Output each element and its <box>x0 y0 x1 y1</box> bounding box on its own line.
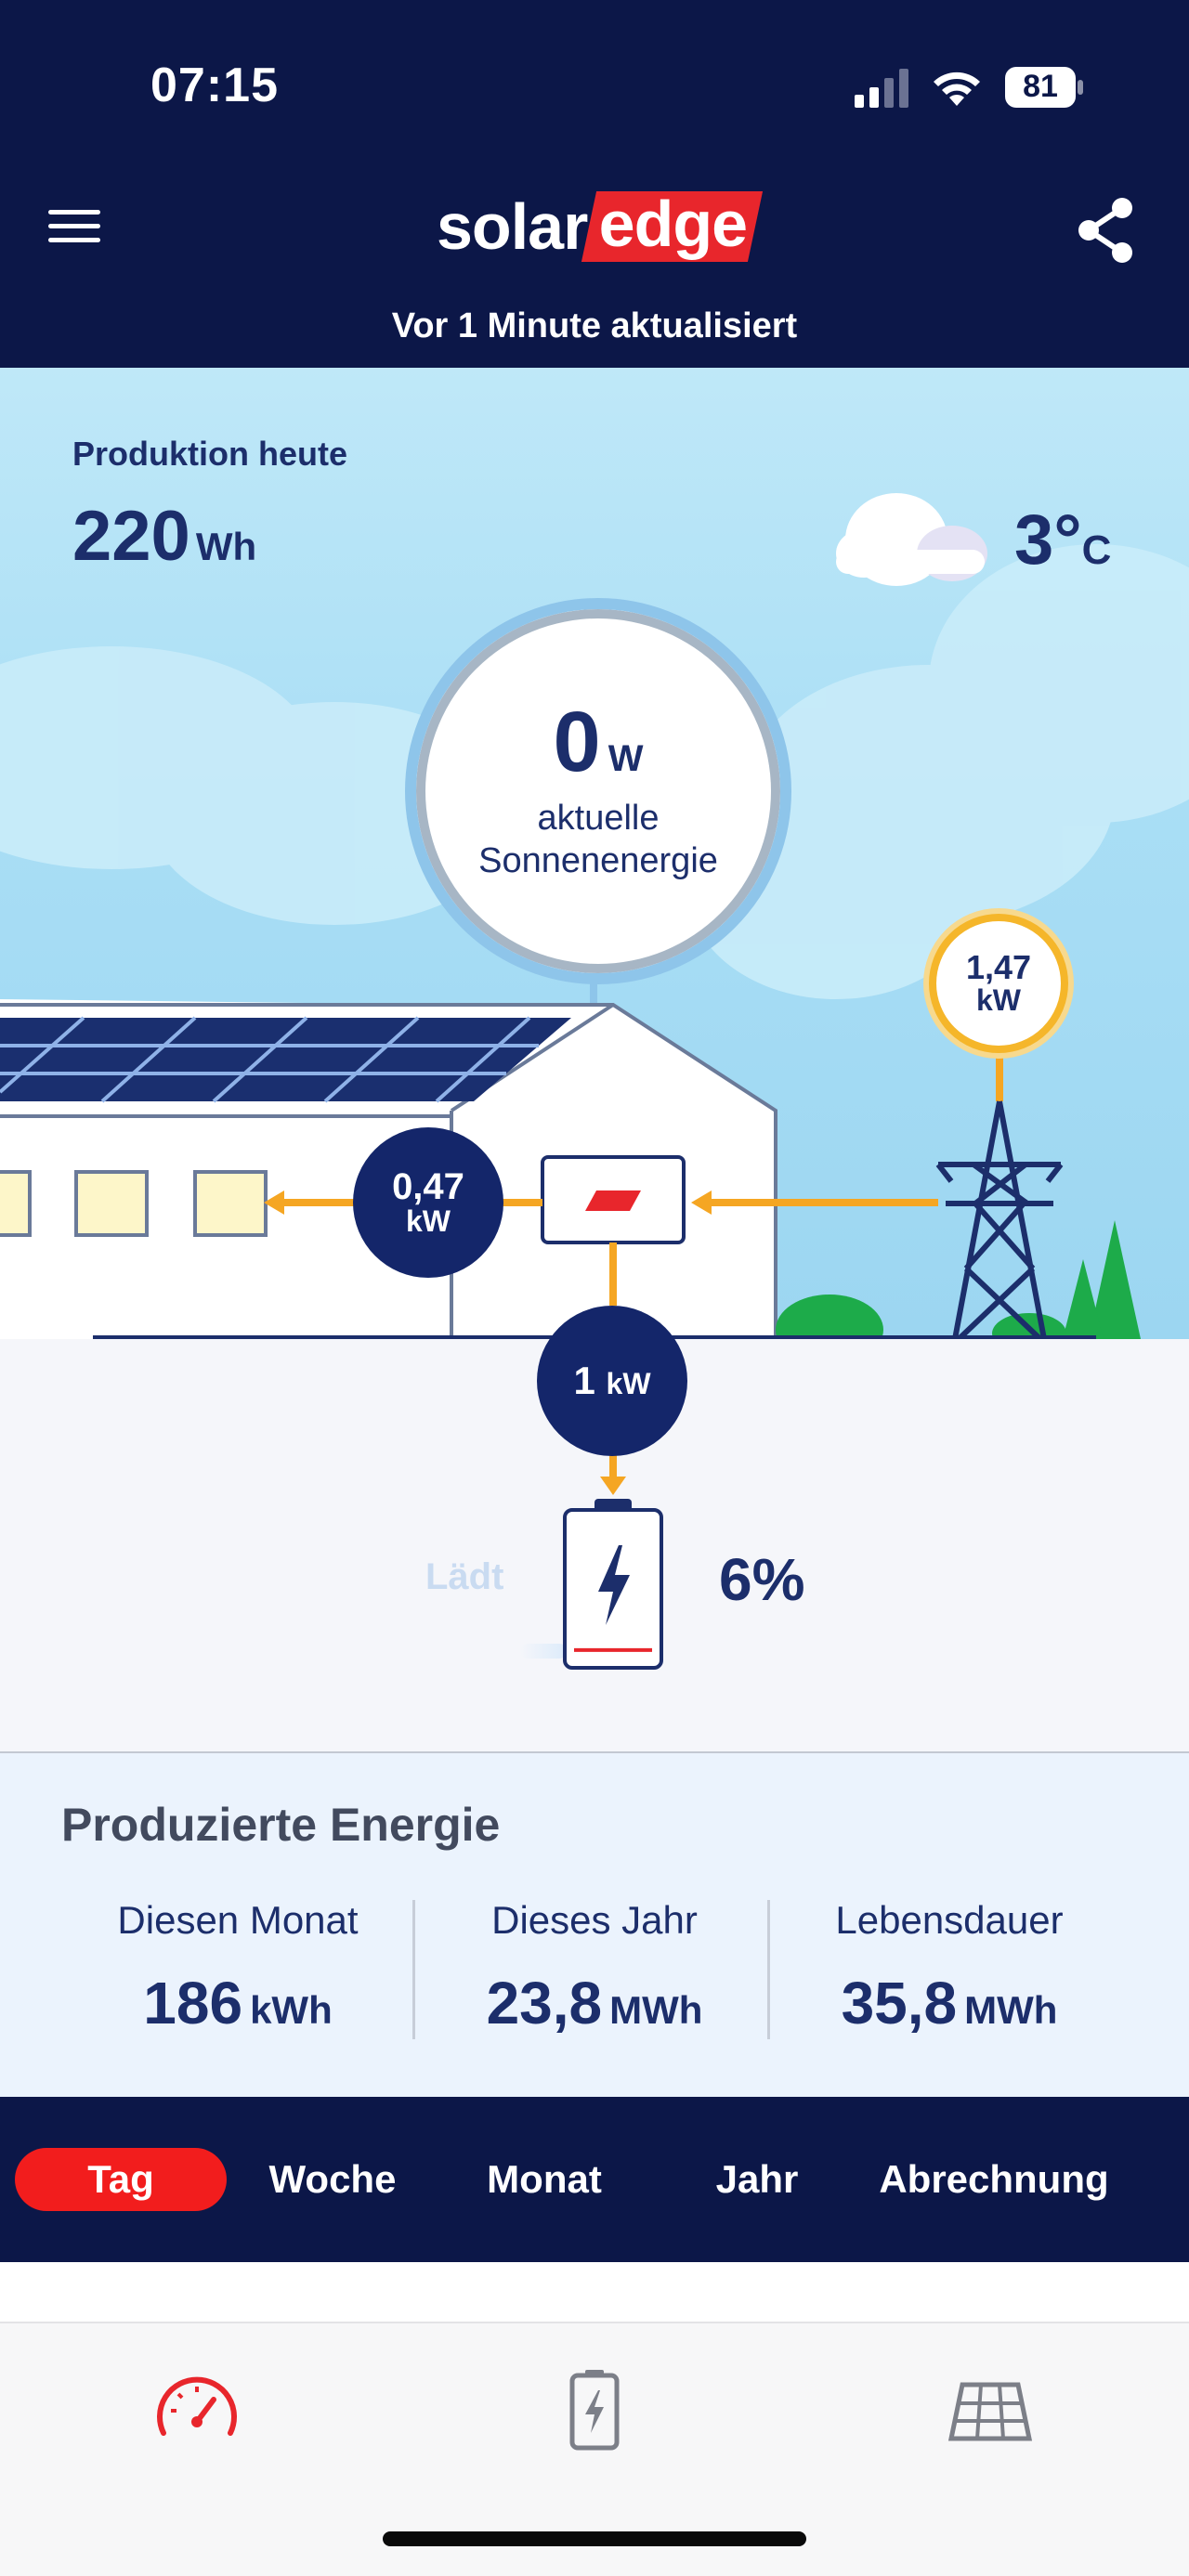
nav-layout[interactable] <box>944 2362 1037 2455</box>
battery-flow-value: 1 <box>573 1359 595 1402</box>
stat-value: 23,8 <box>486 1970 603 2036</box>
solar-power-label: aktuelle Sonnenenergie <box>478 798 718 882</box>
stat-unit: MWh <box>964 1988 1058 2032</box>
grid-power-value: 1,47 <box>965 948 1032 987</box>
cellular-signal-icon <box>855 69 908 108</box>
solar-power-value-row: 0W <box>554 699 644 785</box>
tab-week[interactable]: Woche <box>251 2148 414 2211</box>
stat-this-year: Dieses Jahr 23,8 MWh <box>427 1898 762 2037</box>
stat-label: Lebensdauer <box>835 1898 1064 1942</box>
stat-value-row: 186 kWh <box>71 1969 405 2037</box>
home-consumption-value: 0,47 <box>392 1166 464 1208</box>
solar-label-line2: Sonnenenergie <box>478 841 718 880</box>
nav-dashboard[interactable] <box>150 2362 243 2455</box>
cloud-icon <box>836 493 987 586</box>
battery-nav-icon <box>569 2370 620 2451</box>
home-indicator[interactable] <box>383 2531 806 2546</box>
stat-unit: MWh <box>609 1988 703 2032</box>
dashboard-gauge-icon <box>157 2376 237 2436</box>
current-solar-power[interactable]: 0W aktuelle Sonnenenergie <box>405 598 791 984</box>
logo-text-solar: solar <box>437 190 588 263</box>
solar-panel-layout-icon <box>947 2382 1033 2441</box>
battery-status-text: Lädt <box>425 1556 504 1597</box>
tab-month[interactable]: Monat <box>464 2148 624 2211</box>
stat-value: 35,8 <box>841 1970 958 2036</box>
production-today-label: Produktion heute <box>72 435 347 473</box>
power-pylon-icon <box>935 1100 1064 1339</box>
production-today-unit: Wh <box>195 525 257 568</box>
produced-energy-card: Produzierte Energie Diesen Monat 186 kWh … <box>0 1751 1189 2097</box>
battery-percent: 6% <box>719 1546 805 1613</box>
production-today-number: 220 <box>72 497 190 576</box>
wifi-icon <box>934 72 980 106</box>
logo-badge: edge <box>581 188 764 262</box>
share-button[interactable] <box>1068 193 1143 267</box>
app-header: 07:15 81 solar edge Vor 1 Minute aktuali… <box>0 0 1189 368</box>
share-icon <box>1078 198 1132 263</box>
battery-flow-unit: kW <box>606 1367 651 1400</box>
stat-unit: kWh <box>250 1988 333 2032</box>
stat-value-row: 23,8 MWh <box>427 1969 762 2037</box>
stat-this-month: Diesen Monat 186 kWh <box>71 1898 405 2037</box>
home-consumption-bubble[interactable]: 0,47 kW <box>353 1127 503 1278</box>
status-time: 07:15 <box>150 59 279 112</box>
status-battery-level: 81 <box>1023 69 1058 104</box>
battery-icon[interactable] <box>561 1499 665 1676</box>
logo-text-edge: edge <box>598 188 748 260</box>
home-consumption-unit: kW <box>406 1204 451 1239</box>
nav-battery[interactable] <box>548 2362 641 2455</box>
stat-lifetime: Lebensdauer 35,8 MWh <box>782 1898 1117 2037</box>
battery-flow-arrow <box>600 1454 626 1495</box>
energy-flow-scene: Produktion heute 220 Wh 3°C 0W aktuelle S… <box>0 368 1189 1339</box>
tab-day[interactable]: Tag <box>15 2148 227 2211</box>
status-battery-icon: 81 <box>1003 65 1087 110</box>
stat-label: Diesen Monat <box>117 1898 359 1942</box>
stat-divider <box>412 1900 415 2039</box>
battery-flow-row: 1 kW <box>573 1359 650 1403</box>
production-today-value: 220 Wh <box>72 496 256 577</box>
produced-energy-title: Produzierte Energie <box>61 1799 501 1851</box>
charging-glow <box>520 1644 567 1659</box>
solar-power-value: 0 <box>553 695 601 790</box>
solar-power-unit: W <box>608 738 644 780</box>
stat-value: 186 <box>143 1970 243 2036</box>
grid-power-bubble[interactable]: 1,47 kW <box>929 914 1068 1053</box>
last-updated-text: Vor 1 Minute aktualisiert <box>391 306 798 345</box>
period-tabs: Tag Woche Monat Jahr Abrechnung <box>0 2097 1189 2262</box>
solar-label-line1: aktuelle <box>537 799 660 839</box>
tab-billing[interactable]: Abrechnung <box>862 2148 1126 2211</box>
tab-year[interactable]: Jahr <box>687 2148 827 2211</box>
temperature: 3°C <box>1014 500 1111 580</box>
hamburger-menu-icon <box>48 210 100 215</box>
battery-flow-bubble[interactable]: 1 kW <box>537 1306 687 1456</box>
inverter-icon <box>541 1155 686 1244</box>
grid-power-unit: kW <box>976 983 1021 1018</box>
stat-label: Dieses Jahr <box>491 1898 698 1942</box>
chart-area-peek <box>0 2262 1189 2322</box>
solaredge-logo: solar edge <box>437 188 764 264</box>
menu-line <box>48 238 100 242</box>
menu-button[interactable] <box>37 193 111 258</box>
stat-divider <box>767 1900 770 2039</box>
temperature-unit: C <box>1081 527 1112 573</box>
temperature-value: 3° <box>1014 501 1082 579</box>
stat-value-row: 35,8 MWh <box>782 1969 1117 2037</box>
menu-line <box>48 224 100 228</box>
